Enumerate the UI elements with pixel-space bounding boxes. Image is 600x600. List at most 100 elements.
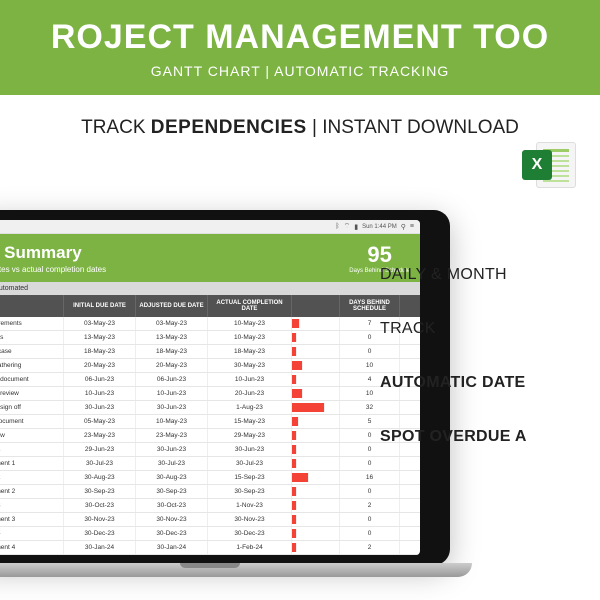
cell-task: ations [0, 331, 64, 344]
header-adjusted-due: ADJUSTED DUE DATE [136, 295, 208, 317]
cell-task: ent 1 [0, 443, 64, 456]
cell-actual-completion: 20-Jun-23 [208, 387, 292, 400]
cell-actual-completion: 1-Aug-23 [208, 401, 292, 414]
cell-bar [292, 429, 340, 442]
cell-actual-completion: 30-Jul-23 [208, 457, 292, 470]
battery-icon: ▮ [354, 223, 358, 231]
cell-adjusted-due: 20-May-23 [136, 359, 208, 372]
table-row[interactable]: ent 330-Oct-2330-Oct-231-Nov-232 [0, 499, 420, 513]
cell-adjusted-due: 30-Jun-23 [136, 443, 208, 456]
table-row[interactable]: Element 330-Nov-2330-Nov-2330-Nov-230 [0, 513, 420, 527]
cell-initial-due: 30-Dec-23 [64, 527, 136, 540]
feature-list: DAILY & MONTHTRACKAUTOMATIC DATESPOT OVE… [380, 230, 600, 482]
table-row[interactable]: ents review10-Jun-2310-Jun-2320-Jun-2310 [0, 387, 420, 401]
excel-badge: X [522, 150, 552, 180]
table-row[interactable]: its gathering20-May-2320-May-2330-May-23… [0, 359, 420, 373]
cell-task: review [0, 429, 64, 442]
table-row[interactable]: ations13-May-2313-May-2310-May-230 [0, 331, 420, 345]
table-row[interactable]: ess case18-May-2318-May-2318-May-230 [0, 345, 420, 359]
cell-days-behind: 0 [340, 513, 400, 526]
cell-initial-due: 30-Oct-23 [64, 499, 136, 512]
cell-adjusted-due: 30-Jun-23 [136, 401, 208, 414]
cell-adjusted-due: 10-May-23 [136, 415, 208, 428]
cell-actual-completion: 1-Nov-23 [208, 499, 292, 512]
header-bar [292, 295, 340, 317]
cell-initial-due: 18-May-23 [64, 345, 136, 358]
cell-bar [292, 373, 340, 386]
cell-bar [292, 527, 340, 540]
cell-bar [292, 471, 340, 484]
laptop-base [0, 563, 472, 577]
cell-task: its gathering [0, 359, 64, 372]
table-body: equirements03-May-2303-May-2310-May-237a… [0, 317, 420, 555]
cell-adjusted-due: 13-May-23 [136, 331, 208, 344]
table-row[interactable]: Element 130-Jul-2330-Jul-2330-Jul-230 [0, 457, 420, 471]
table-row[interactable]: ents sign off30-Jun-2330-Jun-231-Aug-233… [0, 401, 420, 415]
cell-actual-completion: 18-May-23 [208, 345, 292, 358]
cell-bar [292, 485, 340, 498]
cell-adjusted-due: 30-Jan-24 [136, 541, 208, 554]
table-row[interactable]: Element 430-Jan-2430-Jan-241-Feb-242 [0, 541, 420, 555]
cell-adjusted-due: 03-May-23 [136, 317, 208, 330]
cell-adjusted-due: 30-Sep-23 [136, 485, 208, 498]
cell-actual-completion: 29-May-23 [208, 429, 292, 442]
table-row[interactable]: equirements03-May-2303-May-2310-May-237 [0, 317, 420, 331]
hero-subtitle: GANTT CHART | AUTOMATIC TRACKING [0, 63, 600, 79]
table-row[interactable]: ent 230-Aug-2330-Aug-2315-Sep-2316 [0, 471, 420, 485]
cell-initial-due: 03-May-23 [64, 317, 136, 330]
cell-initial-due: 05-May-23 [64, 415, 136, 428]
cell-actual-completion: 30-Jun-23 [208, 443, 292, 456]
cell-task: Element 1 [0, 457, 64, 470]
cell-actual-completion: 15-May-23 [208, 415, 292, 428]
table-row[interactable]: ent 129-Jun-2330-Jun-2330-Jun-230 [0, 443, 420, 457]
table-row[interactable]: ent 430-Dec-2330-Dec-2330-Dec-230 [0, 527, 420, 541]
header-actual-completion: ACTUAL COMPLETION DATE [208, 295, 292, 317]
cell-initial-due: 30-Jan-24 [64, 541, 136, 554]
cell-task: equirements [0, 317, 64, 330]
cell-adjusted-due: 30-Oct-23 [136, 499, 208, 512]
summary-title-block: e Summary dates vs actual completion dat… [0, 243, 106, 274]
mac-menubar: ᛒ ⌔ ▮ Sun 1:44 PM ⚲ ≡ [0, 220, 420, 234]
cell-bar [292, 359, 340, 372]
cell-adjusted-due: 30-Dec-23 [136, 527, 208, 540]
table-row[interactable]: review23-May-2323-May-2329-May-230 [0, 429, 420, 443]
cell-actual-completion: 10-May-23 [208, 331, 292, 344]
cell-initial-due: 06-Jun-23 [64, 373, 136, 386]
tagline-bold: DEPENDENCIES [151, 117, 307, 138]
cell-bar [292, 317, 340, 330]
cell-actual-completion: 1-Feb-24 [208, 541, 292, 554]
cell-task: ent 3 [0, 499, 64, 512]
excel-icon: X [522, 138, 576, 192]
cell-task: ents document [0, 373, 64, 386]
cell-actual-completion: 30-Sep-23 [208, 485, 292, 498]
header-task: SK [0, 295, 64, 317]
cell-bar [292, 331, 340, 344]
cell-initial-due: 29-Jun-23 [64, 443, 136, 456]
cell-adjusted-due: 30-Nov-23 [136, 513, 208, 526]
cell-actual-completion: 30-Dec-23 [208, 527, 292, 540]
tagline-suffix: | INSTANT DOWNLOAD [307, 117, 519, 138]
tagline-prefix: TRACK [81, 117, 151, 138]
cell-adjusted-due: 06-Jun-23 [136, 373, 208, 386]
menubar-time: Sun 1:44 PM [362, 224, 397, 230]
bluetooth-icon: ᛒ [335, 223, 339, 230]
summary-title: e Summary [0, 243, 106, 263]
cell-actual-completion: 15-Sep-23 [208, 471, 292, 484]
cell-adjusted-due: 10-Jun-23 [136, 387, 208, 400]
cell-bar [292, 457, 340, 470]
cell-adjusted-due: 30-Aug-23 [136, 471, 208, 484]
cell-task: ent 4 [0, 527, 64, 540]
automation-note: is automated [0, 282, 420, 295]
table-row[interactable]: Element 230-Sep-2330-Sep-2330-Sep-230 [0, 485, 420, 499]
cell-initial-due: 30-Jun-23 [64, 401, 136, 414]
hero-title: ROJECT MANAGEMENT TOO [0, 18, 600, 57]
spreadsheet-screen: ᛒ ⌔ ▮ Sun 1:44 PM ⚲ ≡ e Summary dates vs… [0, 220, 420, 555]
feature-item: DAILY & MONTH [380, 266, 600, 284]
summary-header: e Summary dates vs actual completion dat… [0, 234, 420, 282]
table-row[interactable]: ents document06-Jun-2306-Jun-2310-Jun-23… [0, 373, 420, 387]
tagline: TRACK DEPENDENCIES | INSTANT DOWNLOAD [0, 117, 600, 139]
table-row[interactable]: gn document05-May-2310-May-2315-May-235 [0, 415, 420, 429]
cell-initial-due: 30-Nov-23 [64, 513, 136, 526]
cell-bar [292, 541, 340, 554]
header-initial-due: INITIAL DUE DATE [64, 295, 136, 317]
